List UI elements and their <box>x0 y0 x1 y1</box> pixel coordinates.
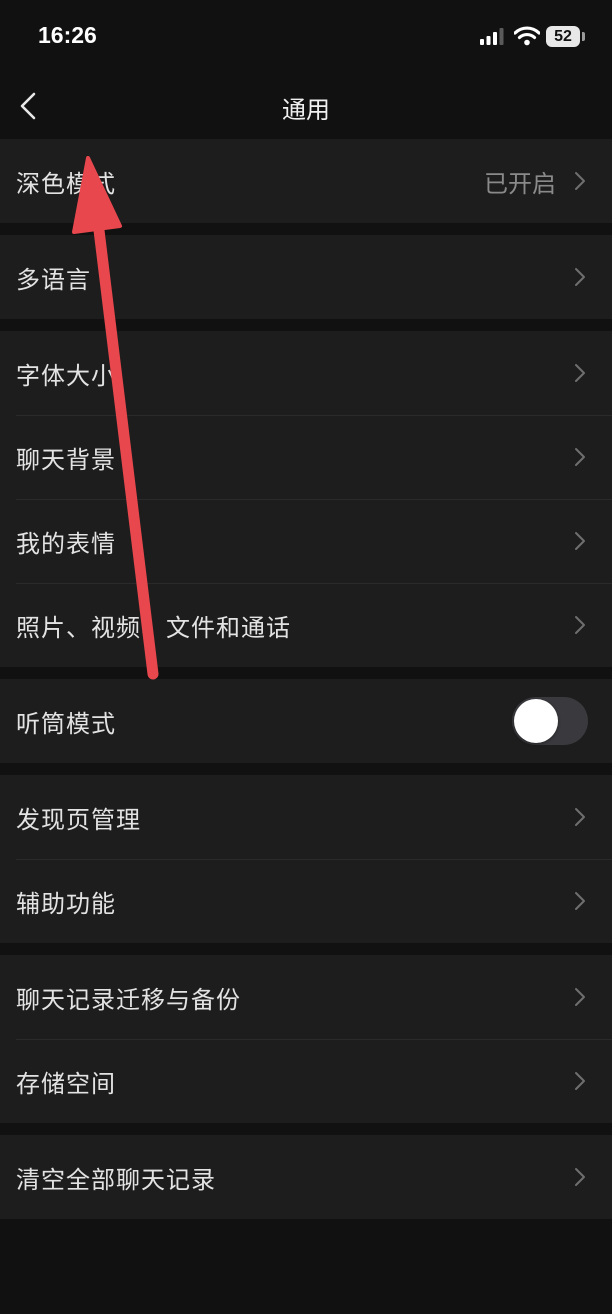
status-time: 16:26 <box>38 22 97 48</box>
setting-row-font-size[interactable]: 字体大小 <box>0 331 612 415</box>
settings-group-clear: 清空全部聊天记录 <box>0 1135 612 1219</box>
earpiece-mode-toggle[interactable] <box>512 697 588 745</box>
setting-label: 深色模式 <box>16 169 116 198</box>
setting-label: 聊天记录迁移与备份 <box>16 985 241 1014</box>
setting-label: 辅助功能 <box>16 889 116 918</box>
setting-row-accessibility[interactable]: 辅助功能 <box>0 859 612 943</box>
settings-group-chat: 字体大小 聊天背景 我的表情 照片、视频、文件和通话 <box>0 331 612 667</box>
chevron-right-icon <box>575 1168 585 1186</box>
chevron-right-icon <box>575 616 585 634</box>
settings-group-earpiece: 听筒模式 <box>0 679 612 763</box>
battery-icon: 52 <box>546 26 580 47</box>
status-bar: 16:26 52 <box>0 0 612 72</box>
chevron-right-icon <box>575 268 585 286</box>
cellular-signal-icon <box>480 28 504 49</box>
settings-group-storage: 聊天记录迁移与备份 存储空间 <box>0 955 612 1123</box>
setting-label: 发现页管理 <box>16 805 141 834</box>
chevron-right-icon <box>575 892 585 910</box>
setting-label: 照片、视频、文件和通话 <box>16 613 291 642</box>
setting-label: 存储空间 <box>16 1069 116 1098</box>
setting-row-discover-management[interactable]: 发现页管理 <box>0 775 612 859</box>
setting-label: 清空全部聊天记录 <box>16 1165 216 1194</box>
chevron-right-icon <box>575 448 585 466</box>
page-title: 通用 <box>282 96 330 124</box>
settings-group-language: 多语言 <box>0 235 612 319</box>
setting-row-chat-background[interactable]: 聊天背景 <box>0 415 612 499</box>
chevron-right-icon <box>575 1072 585 1090</box>
chevron-right-icon <box>575 364 585 382</box>
setting-row-storage[interactable]: 存储空间 <box>0 1039 612 1123</box>
chevron-right-icon <box>575 172 585 190</box>
setting-row-media-files-calls[interactable]: 照片、视频、文件和通话 <box>0 583 612 667</box>
setting-row-language[interactable]: 多语言 <box>0 235 612 319</box>
setting-row-dark-mode[interactable]: 深色模式 已开启 <box>0 139 612 223</box>
settings-group-display: 深色模式 已开启 <box>0 139 612 223</box>
setting-row-clear-chat-history[interactable]: 清空全部聊天记录 <box>0 1135 612 1219</box>
setting-label: 多语言 <box>16 265 91 294</box>
setting-label: 我的表情 <box>16 529 116 558</box>
wifi-icon <box>513 26 541 50</box>
battery-tip <box>582 32 585 41</box>
chevron-right-icon <box>575 808 585 826</box>
toggle-knob <box>514 699 558 743</box>
setting-label: 字体大小 <box>16 361 116 390</box>
setting-row-my-stickers[interactable]: 我的表情 <box>0 499 612 583</box>
settings-group-discover: 发现页管理 辅助功能 <box>0 775 612 943</box>
chevron-right-icon <box>575 988 585 1006</box>
setting-value: 已开启 <box>484 169 556 198</box>
chevron-right-icon <box>575 532 585 550</box>
navigation-bar: 通用 <box>0 72 612 139</box>
setting-row-earpiece-mode: 听筒模式 <box>0 679 612 763</box>
setting-label: 听筒模式 <box>16 709 116 738</box>
setting-row-chat-backup[interactable]: 聊天记录迁移与备份 <box>0 955 612 1039</box>
setting-label: 聊天背景 <box>16 445 116 474</box>
